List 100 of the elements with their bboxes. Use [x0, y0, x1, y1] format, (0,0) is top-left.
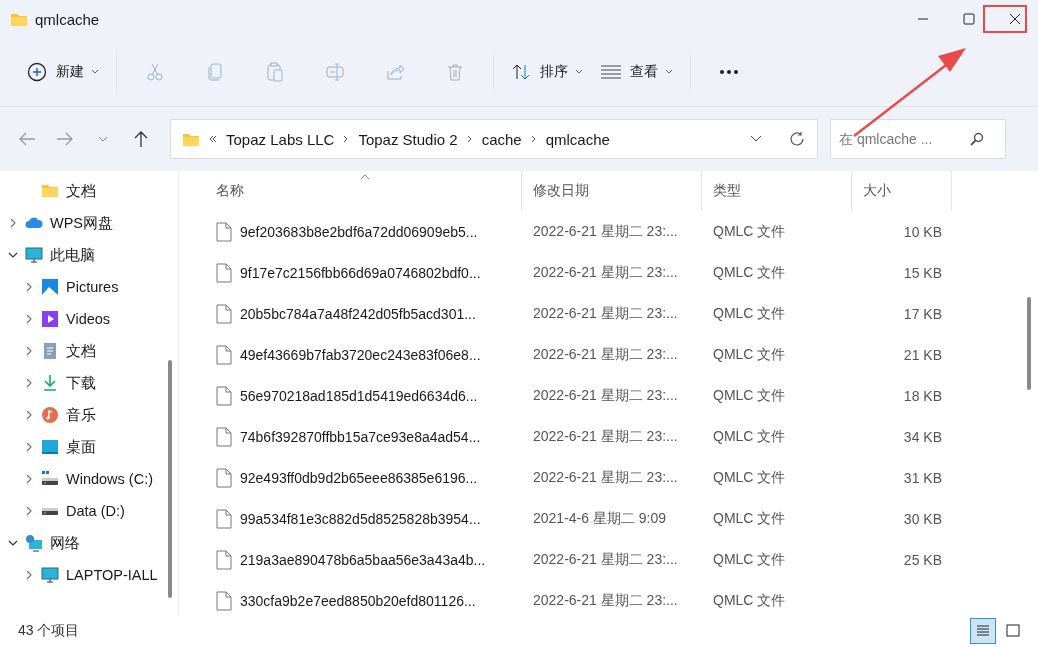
nav-item[interactable]: 文档	[0, 335, 168, 367]
file-icon	[216, 467, 232, 488]
trash-icon	[445, 62, 465, 82]
drive-icon	[41, 470, 59, 488]
cut-icon	[145, 62, 165, 82]
nav-item[interactable]: 下载	[0, 367, 168, 399]
chevron-right-icon[interactable]	[24, 506, 34, 516]
file-name[interactable]: 99a534f81e3c882d5d8525828b3954...	[240, 510, 481, 527]
file-name[interactable]: 92e493ff0db9d2b65eee86385e6196...	[240, 469, 478, 486]
plus-circle-icon	[27, 62, 47, 82]
music-note-icon	[41, 406, 59, 424]
chevron-right-icon	[343, 135, 350, 143]
nav-item[interactable]: 文档	[0, 175, 168, 207]
network-icon	[25, 534, 43, 552]
chevron-right-icon[interactable]	[24, 410, 34, 420]
nav-item[interactable]: WPS网盘	[0, 207, 168, 239]
table-cell-text: 21 KB	[902, 346, 943, 363]
chevron-right-icon[interactable]	[8, 218, 18, 228]
chevron-right-icon[interactable]	[24, 474, 34, 484]
scrollbar-thumb[interactable]	[1027, 297, 1031, 390]
table-cell-text: 10 KB	[902, 223, 943, 240]
address-bar[interactable]: Topaz Labs LLC Topaz Studio 2 cache qmlcache	[170, 119, 818, 159]
table-cell-text: QMLC 文件	[712, 427, 787, 446]
breadcrumb-item[interactable]: cache	[481, 130, 522, 148]
chevron-right-icon[interactable]	[24, 442, 34, 452]
close-icon	[1009, 13, 1021, 25]
table-cell-text: QMLC 文件	[712, 345, 787, 364]
file-icon	[216, 262, 232, 283]
nav-item[interactable]: Data (D:)	[0, 495, 168, 527]
refresh-icon	[789, 131, 805, 147]
chevron-right-icon	[466, 135, 473, 143]
folder-icon	[41, 182, 59, 200]
chevron-right-icon[interactable]	[24, 378, 34, 388]
item-count: 43 个项目	[18, 622, 80, 640]
chevron-down-icon	[98, 136, 108, 142]
table-cell-text: 2022-6-21 星期二 23:...	[532, 222, 679, 241]
nav-item[interactable]: Windows (C:)	[0, 463, 168, 495]
column-header[interactable]: 类型	[702, 171, 852, 211]
breadcrumb-item[interactable]: qmlcache	[545, 130, 610, 148]
chevron-down-icon[interactable]	[8, 250, 18, 260]
nav-item[interactable]: Videos	[0, 303, 168, 335]
chevron-down-icon	[575, 69, 583, 75]
table-cell-text: QMLC 文件	[712, 222, 787, 241]
file-icon	[216, 303, 232, 324]
nav-item[interactable]: LAPTOP-IALL	[0, 559, 168, 591]
scrollbar-thumb[interactable]	[168, 360, 172, 598]
column-header[interactable]: 大小	[852, 171, 952, 211]
video-icon	[41, 310, 59, 328]
forward-arrow-icon	[56, 130, 74, 148]
file-name[interactable]: 330cfa9b2e7eed8850b20efd801126...	[240, 592, 476, 609]
table-cell-text: 15 KB	[902, 264, 943, 281]
file-name[interactable]: 219a3ae890478b6a5baa56e3a43a4b...	[240, 551, 486, 568]
nav-item[interactable]: 此电脑	[0, 239, 168, 271]
paste-icon	[265, 62, 285, 82]
chevron-down-icon[interactable]	[8, 538, 18, 548]
nav-item[interactable]: 网络	[0, 527, 168, 559]
chevron-right-icon[interactable]	[24, 346, 34, 356]
window-title: qmlcache	[35, 10, 100, 28]
view-button[interactable]: 查看	[592, 52, 682, 92]
file-icon	[216, 385, 232, 406]
file-name[interactable]: 9ef203683b8e2bdf6a72dd06909eb5...	[240, 223, 478, 240]
file-name[interactable]: 74b6f392870ffbb15a7ce93e8a4ad54...	[240, 428, 481, 445]
nav-item[interactable]: Pictures	[0, 271, 168, 303]
download-icon	[41, 374, 59, 392]
table-cell-text: 2021-4-6 星期二 9:09	[532, 509, 668, 528]
details-view-button[interactable]	[970, 618, 996, 644]
breadcrumb-item[interactable]: Topaz Studio 2	[358, 130, 458, 148]
file-icon	[216, 426, 232, 447]
file-name[interactable]: 20b5bc784a7a48f242d05fb5acd301...	[240, 305, 476, 322]
file-name[interactable]: 56e970218ad185d1d5419ed6634d6...	[240, 387, 478, 404]
chevron-right-icon	[530, 135, 537, 143]
search-field[interactable]: 在 qmlcache ...	[830, 119, 1006, 159]
copy-icon	[205, 62, 225, 82]
tiles-view-icon	[1005, 623, 1021, 639]
table-cell-text: QMLC 文件	[712, 304, 787, 323]
file-name[interactable]: 49ef43669b7fab3720ec243e83f06e8...	[240, 346, 481, 363]
maximize-icon	[963, 13, 975, 25]
chevron-right-icon[interactable]	[24, 570, 34, 580]
file-name[interactable]: 9f17e7c2156fbb66d69a0746802bdf0...	[240, 264, 481, 281]
back-arrow-icon	[18, 130, 36, 148]
desktop-icon	[41, 438, 59, 456]
file-icon	[216, 221, 232, 242]
rename-icon	[325, 62, 345, 82]
share-icon	[385, 62, 405, 82]
monitor-icon	[25, 246, 43, 264]
nav-item[interactable]: 音乐	[0, 399, 168, 431]
column-header[interactable]: 名称	[205, 171, 522, 211]
chevron-right-icon[interactable]	[24, 282, 34, 292]
breadcrumb-item[interactable]: Topaz Labs LLC	[226, 130, 335, 148]
search-icon	[970, 132, 984, 146]
file-icon	[216, 590, 232, 611]
new-button[interactable]: 新建	[18, 52, 108, 92]
file-icon	[216, 549, 232, 570]
chevron-right-icon[interactable]	[24, 314, 34, 324]
table-cell-text: QMLC 文件	[712, 386, 787, 405]
column-header[interactable]: 修改日期	[522, 171, 702, 211]
monitor-icon	[41, 566, 59, 584]
nav-item[interactable]: 桌面	[0, 431, 168, 463]
double-chevron-icon	[209, 135, 217, 143]
sort-button[interactable]: 排序	[502, 52, 592, 92]
